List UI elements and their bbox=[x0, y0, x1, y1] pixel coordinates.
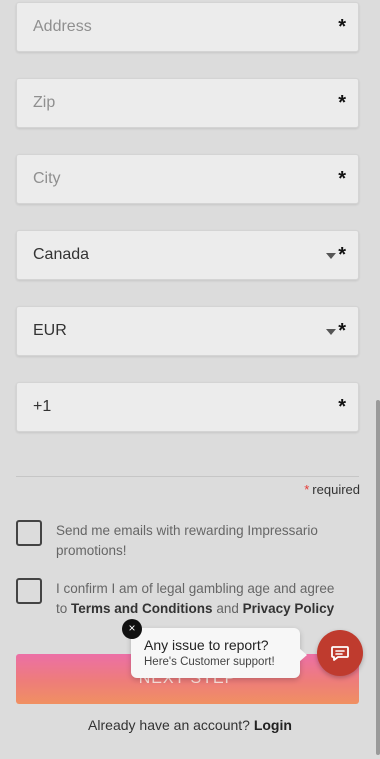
phone-field[interactable]: +1 * bbox=[16, 382, 359, 432]
support-tooltip-subtitle: Here's Customer support! bbox=[144, 656, 275, 668]
support-tooltip-title: Any issue to report? bbox=[144, 637, 269, 653]
city-field[interactable]: City * bbox=[16, 154, 359, 204]
required-star: * bbox=[338, 396, 346, 418]
required-note: * required bbox=[304, 482, 360, 497]
close-icon[interactable]: × bbox=[122, 619, 142, 639]
required-star: * bbox=[338, 320, 346, 342]
zip-placeholder: Zip bbox=[33, 94, 56, 111]
login-line: Already have an account? Login bbox=[0, 717, 380, 733]
country-value: Canada bbox=[33, 246, 90, 263]
address-placeholder: Address bbox=[33, 18, 92, 35]
zip-field[interactable]: Zip * bbox=[16, 78, 359, 128]
age-confirm-checkbox[interactable] bbox=[16, 578, 42, 604]
currency-value: EUR bbox=[33, 322, 67, 339]
required-star: * bbox=[338, 244, 346, 266]
privacy-link[interactable]: Privacy Policy bbox=[243, 601, 335, 616]
login-prompt: Already have an account? bbox=[88, 717, 250, 733]
chat-icon bbox=[331, 646, 349, 661]
country-select[interactable]: Canada * bbox=[16, 230, 359, 280]
required-note-star: * bbox=[304, 482, 310, 497]
emails-opt-in-checkbox[interactable] bbox=[16, 520, 42, 546]
emails-opt-in-label: Send me emails with rewarding Impressari… bbox=[56, 521, 346, 561]
chat-button[interactable] bbox=[317, 630, 363, 676]
scrollbar[interactable] bbox=[376, 400, 380, 755]
divider bbox=[16, 476, 359, 477]
city-placeholder: City bbox=[33, 170, 61, 187]
phone-value: +1 bbox=[33, 398, 52, 415]
required-star: * bbox=[338, 92, 346, 114]
currency-select[interactable]: EUR * bbox=[16, 306, 359, 356]
required-star: * bbox=[338, 168, 346, 190]
required-star: * bbox=[338, 16, 346, 38]
terms-link[interactable]: Terms and Conditions bbox=[71, 601, 213, 616]
age-confirm-label: I confirm I am of legal gambling age and… bbox=[56, 579, 346, 619]
login-link[interactable]: Login bbox=[254, 717, 292, 733]
address-field[interactable]: Address * bbox=[16, 2, 359, 52]
support-tooltip[interactable]: Any issue to report? Here's Customer sup… bbox=[131, 628, 307, 678]
chevron-down-icon bbox=[326, 329, 336, 335]
required-note-label: required bbox=[312, 482, 360, 497]
age-confirm-and: and bbox=[216, 601, 239, 616]
emails-opt-in-text: Send me emails with rewarding Impressari… bbox=[56, 523, 318, 558]
chevron-down-icon bbox=[326, 253, 336, 259]
